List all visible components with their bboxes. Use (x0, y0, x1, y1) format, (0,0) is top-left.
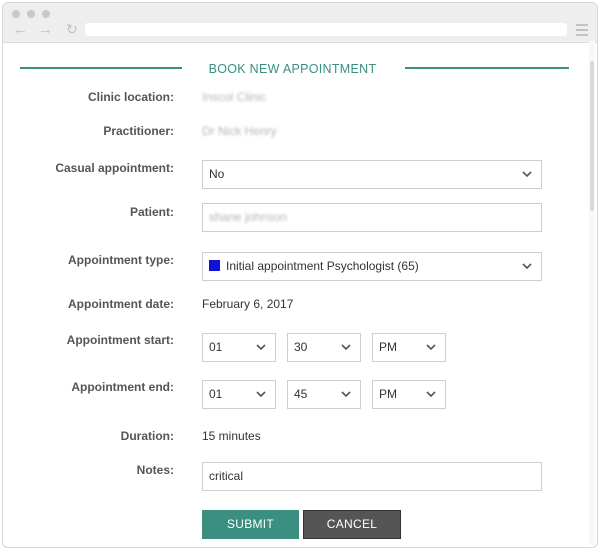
end-hour-selected: 01 (209, 387, 223, 401)
practitioner-label: Practitioner: (103, 124, 174, 138)
chevron-down-icon (341, 344, 351, 351)
start-hour-select[interactable]: 01 (202, 333, 276, 362)
appointment-end-label: Appointment end: (71, 380, 174, 394)
start-ampm-select[interactable]: PM (372, 333, 446, 362)
clinic-location-label: Clinic location: (87, 90, 174, 104)
end-hour-select[interactable]: 01 (202, 380, 276, 409)
casual-appointment-label: Casual appointment: (55, 161, 174, 175)
end-minute-select[interactable]: 45 (287, 380, 361, 409)
duration-label: Duration: (120, 429, 174, 443)
notes-field[interactable]: critical (202, 462, 542, 491)
chevron-down-icon (426, 391, 436, 398)
forward-arrow-icon[interactable]: → (38, 22, 53, 37)
start-hour-selected: 01 (209, 340, 223, 354)
start-minute-select[interactable]: 30 (287, 333, 361, 362)
chevron-down-icon (522, 171, 532, 178)
notes-label: Notes: (136, 463, 174, 477)
casual-appointment-select[interactable]: No (202, 160, 542, 189)
end-minute-selected: 45 (294, 387, 308, 401)
duration-value: 15 minutes (202, 429, 261, 443)
submit-button[interactable]: SUBMIT (202, 510, 299, 539)
title-divider-left (20, 67, 182, 69)
scrollbar-thumb[interactable] (590, 61, 594, 211)
reload-icon[interactable]: ↻ (66, 22, 78, 36)
window-dot (12, 10, 20, 18)
chevron-down-icon (522, 263, 532, 270)
patient-field[interactable]: shane johnson (202, 203, 542, 232)
patient-label: Patient: (129, 205, 174, 219)
appointment-type-select[interactable]: Initial appointment Psychologist (65) (202, 252, 542, 281)
start-ampm-selected: PM (379, 340, 397, 354)
appointment-date-value: February 6, 2017 (202, 297, 294, 311)
appointment-date-label: Appointment date: (68, 297, 174, 311)
chevron-down-icon (341, 391, 351, 398)
chevron-down-icon (256, 344, 266, 351)
casual-appointment-selected: No (209, 167, 225, 181)
end-ampm-selected: PM (379, 387, 397, 401)
appointment-type-color-swatch (209, 260, 220, 271)
address-bar[interactable] (85, 23, 567, 36)
chevron-down-icon (256, 391, 266, 398)
end-ampm-select[interactable]: PM (372, 380, 446, 409)
appointment-type-selected: Initial appointment Psychologist (65) (226, 259, 419, 273)
window-dot (42, 10, 50, 18)
browser-toolbar: ← → ↻ (3, 3, 597, 43)
patient-value: shane johnson (209, 210, 288, 224)
back-arrow-icon[interactable]: ← (13, 22, 28, 37)
chevron-down-icon (426, 344, 436, 351)
appointment-type-label: Appointment type: (68, 253, 174, 267)
cancel-button[interactable]: CANCEL (303, 510, 401, 539)
scrollbar[interactable] (589, 41, 595, 545)
practitioner-value: Dr Nick Henry (202, 124, 277, 138)
title-divider-right (405, 67, 569, 69)
menu-icon[interactable] (576, 24, 588, 39)
window-dot (27, 10, 35, 18)
start-minute-selected: 30 (294, 340, 308, 354)
clinic-location-value: Inscol Clinic (202, 90, 267, 104)
notes-value: critical (209, 469, 244, 483)
form-title: BOOK NEW APPOINTMENT (208, 62, 377, 76)
appointment-start-label: Appointment start: (66, 333, 174, 347)
